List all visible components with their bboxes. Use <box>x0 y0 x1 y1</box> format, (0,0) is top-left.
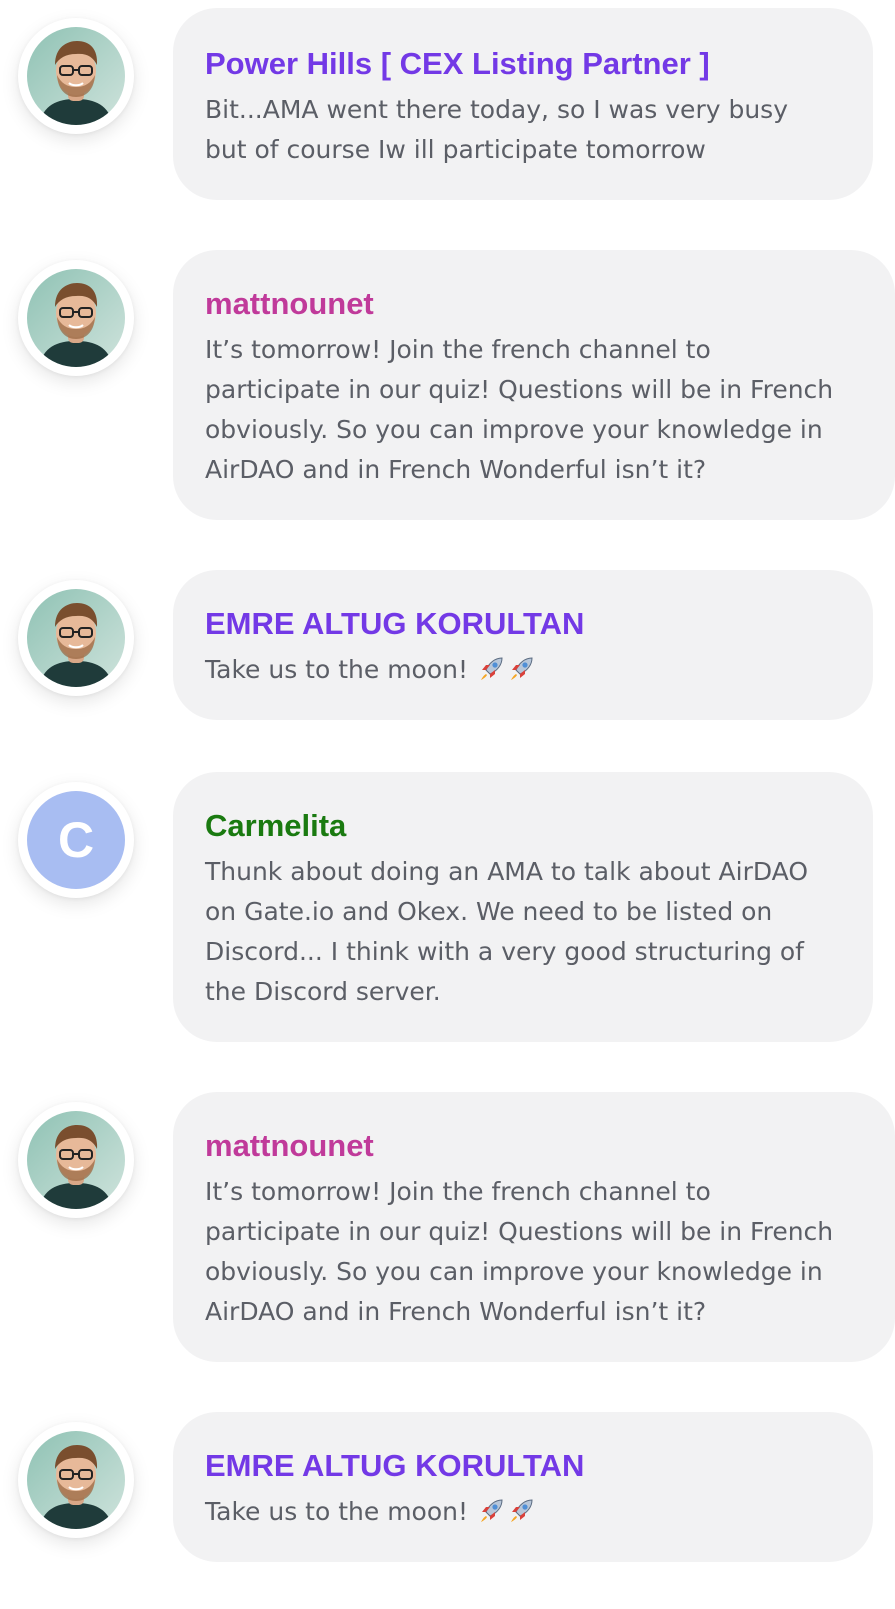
rocket-icon <box>508 654 536 682</box>
avatar[interactable]: C <box>18 782 134 898</box>
avatar[interactable] <box>18 1102 134 1218</box>
message-bubble: EMRE ALTUG KORULTAN Take us to the moon! <box>173 570 873 720</box>
user-photo-icon <box>27 1111 125 1209</box>
author-name[interactable]: EMRE ALTUG KORULTAN <box>205 604 843 644</box>
message-text: Bit...AMA went there today, so I was ver… <box>205 95 788 164</box>
message-bubble: mattnounet It’s tomorrow! Join the frenc… <box>173 250 895 520</box>
user-photo-icon <box>27 269 125 367</box>
avatar[interactable] <box>18 18 134 134</box>
message-text: It’s tomorrow! Join the french channel t… <box>205 335 834 484</box>
avatar[interactable] <box>18 580 134 696</box>
message-bubble: EMRE ALTUG KORULTAN Take us to the moon! <box>173 1412 873 1562</box>
message-text: Take us to the moon! <box>205 1492 843 1532</box>
rocket-icon <box>478 654 506 682</box>
message-text: Take us to the moon! <box>205 650 843 690</box>
message-bubble: mattnounet It’s tomorrow! Join the frenc… <box>173 1092 895 1362</box>
chat-feed: Power Hills [ CEX Listing Partner ] Bit.… <box>0 0 895 1609</box>
author-name[interactable]: mattnounet <box>205 1126 865 1166</box>
message-bubble: Power Hills [ CEX Listing Partner ] Bit.… <box>173 8 873 200</box>
avatar[interactable] <box>18 1422 134 1538</box>
rocket-icon <box>478 1496 506 1524</box>
author-name[interactable]: Power Hills [ CEX Listing Partner ] <box>205 44 843 84</box>
author-name[interactable]: EMRE ALTUG KORULTAN <box>205 1446 843 1486</box>
user-photo-icon <box>27 589 125 687</box>
letter-avatar: C <box>27 791 125 889</box>
message-text: Thunk about doing an AMA to talk about A… <box>205 857 809 1006</box>
author-name[interactable]: Carmelita <box>205 806 843 846</box>
message-text: It’s tomorrow! Join the french channel t… <box>205 1177 834 1326</box>
rocket-icon <box>508 1496 536 1524</box>
user-photo-icon <box>27 1431 125 1529</box>
message-bubble: Carmelita Thunk about doing an AMA to ta… <box>173 772 873 1042</box>
avatar[interactable] <box>18 260 134 376</box>
author-name[interactable]: mattnounet <box>205 284 865 324</box>
user-photo-icon <box>27 27 125 125</box>
